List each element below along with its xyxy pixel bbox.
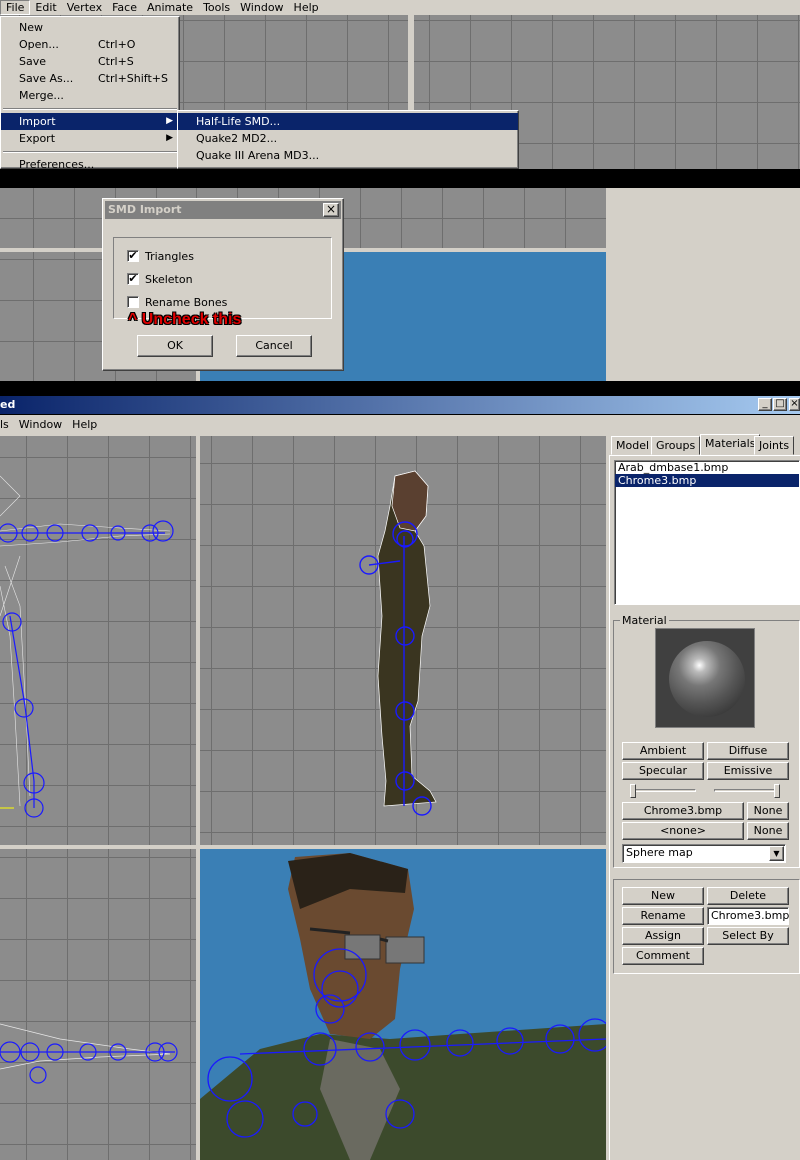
diffuse-button[interactable]: Diffuse [707, 742, 789, 760]
dialog-title: SMD Import [108, 203, 182, 216]
tab-model[interactable]: Model [611, 436, 655, 455]
list-item[interactable]: Chrome3.bmp [615, 474, 799, 487]
chevron-down-icon[interactable]: ▼ [769, 846, 784, 861]
import-submenu: Half-Life SMD... Quake2 MD2... Quake III… [177, 110, 519, 169]
emissive-button[interactable]: Emissive [707, 762, 789, 780]
menu-item-preferences[interactable]: Preferences... [1, 156, 179, 173]
slider-thumb[interactable] [630, 784, 636, 798]
menu-item-new[interactable]: New [1, 19, 179, 36]
select-by-material-button[interactable]: Select By [707, 927, 789, 945]
smd-import-dialog: SMD Import × ✔ Triangles ✔ Skeleton Rena… [102, 198, 344, 371]
skeleton-checkbox[interactable]: ✔ [127, 273, 139, 285]
menu-item-export[interactable]: Export ▶ [1, 130, 179, 147]
annotation-uncheck: ^ Uncheck this [128, 311, 242, 328]
material-group-label: Material [620, 614, 669, 627]
menu-edit[interactable]: Edit [30, 0, 61, 15]
shininess-slider[interactable] [630, 784, 696, 800]
sphere-icon [669, 641, 745, 717]
close-icon: × [790, 398, 799, 409]
transparency-slider[interactable] [714, 784, 780, 800]
rename-bones-checkbox[interactable] [127, 296, 139, 308]
mapping-select[interactable]: Sphere map ▼ [622, 844, 786, 863]
menu-window[interactable]: Window [235, 0, 288, 15]
file-menu: New Open... Ctrl+O Save Ctrl+S Save As... C… [0, 16, 180, 171]
specular-button[interactable]: Specular [622, 762, 704, 780]
top-skeleton-wireframe [0, 1023, 178, 1084]
check-icon: ✔ [128, 249, 138, 262]
panel-strip [606, 188, 800, 381]
maximize-icon: □ [775, 398, 785, 409]
viewport-top[interactable] [0, 849, 196, 1160]
window-title: ed [0, 398, 16, 411]
viewport-3d[interactable] [200, 849, 606, 1160]
window-titlebar: ed [0, 396, 800, 414]
dialog-close-button[interactable]: × [323, 203, 339, 217]
check-icon: ✔ [128, 272, 138, 285]
menu-separator [3, 108, 177, 110]
menu-item-open[interactable]: Open... Ctrl+O [1, 36, 179, 53]
dialog-titlebar: SMD Import [105, 201, 341, 219]
menu-item-merge[interactable]: Merge... [1, 87, 179, 104]
menu-item-half-life-smd[interactable]: Half-Life SMD... [178, 113, 518, 130]
ambient-button[interactable]: Ambient [622, 742, 704, 760]
menu-help[interactable]: Help [289, 0, 324, 15]
new-material-button[interactable]: New [622, 887, 704, 905]
mapping-select-value: Sphere map [626, 846, 693, 859]
assign-material-button[interactable]: Assign [622, 927, 704, 945]
menu-separator [3, 151, 177, 153]
triangles-label: Triangles [145, 250, 194, 263]
materials-list[interactable]: Arab_dmbase1.bmp Chrome3.bmp [614, 460, 800, 605]
tab-joints[interactable]: Joints [754, 436, 795, 455]
delete-material-button[interactable]: Delete [707, 887, 789, 905]
menu-help[interactable]: Help [67, 417, 102, 432]
menu-file[interactable]: File [0, 0, 31, 15]
minimize-icon: _ [762, 398, 768, 409]
menu-item-import[interactable]: Import ▶ [1, 113, 179, 130]
3d-character-render [200, 853, 606, 1160]
slider-thumb[interactable] [774, 784, 780, 798]
close-window-button[interactable]: × [789, 398, 800, 411]
ok-button[interactable]: OK [137, 335, 213, 357]
menu-face[interactable]: Face [107, 0, 142, 15]
viewport-front[interactable] [0, 436, 196, 845]
alpha-none-button[interactable]: None [747, 822, 789, 840]
menu-animate[interactable]: Animate [142, 0, 198, 15]
minimize-button[interactable]: _ [758, 398, 772, 411]
menu-item-quake2-md2[interactable]: Quake2 MD2... [178, 130, 518, 147]
submenu-arrow-icon: ▶ [166, 133, 173, 143]
texture-none-button[interactable]: None [747, 802, 789, 820]
cancel-button[interactable]: Cancel [236, 335, 312, 357]
maximize-button[interactable]: □ [773, 398, 787, 411]
menu-item-save[interactable]: Save Ctrl+S [1, 53, 179, 70]
close-icon: × [325, 202, 337, 216]
front-skeleton-wireframe [0, 475, 174, 818]
menu-item-quake3-md3[interactable]: Quake III Arena MD3... [178, 147, 518, 164]
tab-materials[interactable]: Materials [700, 434, 761, 455]
rename-material-input[interactable]: Chrome3.bmp [707, 907, 789, 925]
menu-window[interactable]: Window [14, 417, 67, 432]
rename-material-button[interactable]: Rename [622, 907, 704, 925]
triangles-checkbox[interactable]: ✔ [127, 250, 139, 262]
menu-tools[interactable]: Tools [198, 0, 235, 15]
tab-groups[interactable]: Groups [651, 436, 701, 455]
menubar-main: ls Window Help [0, 415, 800, 433]
menubar-top: File Edit Vertex Face Animate Tools Wind… [0, 0, 800, 15]
menu-tools-partial[interactable]: ls [0, 417, 14, 432]
viewport-side[interactable] [200, 436, 606, 845]
submenu-arrow-icon: ▶ [166, 116, 173, 126]
list-item[interactable]: Arab_dmbase1.bmp [615, 461, 799, 474]
menu-item-save-as[interactable]: Save As... Ctrl+Shift+S [1, 70, 179, 87]
comment-material-button[interactable]: Comment [622, 947, 704, 965]
menu-vertex[interactable]: Vertex [62, 0, 107, 15]
side-character-model [359, 470, 437, 816]
alpha-texture-button[interactable]: <none> [622, 822, 744, 840]
material-sphere-preview [655, 628, 755, 728]
rename-bones-label: Rename Bones [145, 296, 228, 309]
skeleton-label: Skeleton [145, 273, 193, 286]
texture-button[interactable]: Chrome3.bmp [622, 802, 744, 820]
